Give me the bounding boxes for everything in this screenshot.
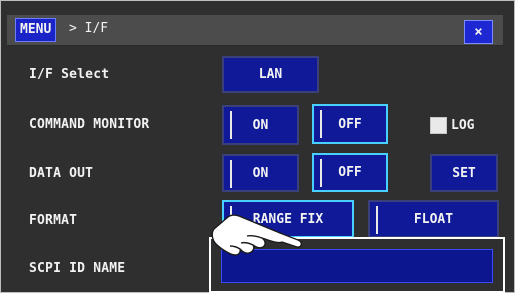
if-select-label: I/F Select <box>29 67 110 82</box>
menu-button[interactable]: MENU <box>15 18 57 42</box>
command-monitor-on-button[interactable]: ON <box>222 105 299 145</box>
command-monitor-label: COMMAND MONITOR <box>29 117 150 132</box>
format-label: FORMAT <box>29 213 78 228</box>
command-monitor-on-label: ON <box>252 117 269 133</box>
data-out-on-button[interactable]: ON <box>222 154 299 192</box>
format-float-label: FLOAT <box>413 211 454 227</box>
device-screen: MENU > I/F × I/F Select LAN COMMAND MONI… <box>0 0 515 293</box>
data-out-off-button[interactable]: OFF <box>312 153 388 192</box>
breadcrumb: > I/F <box>69 21 109 36</box>
data-out-off-label: OFF <box>338 165 362 180</box>
hand-pointer-icon <box>211 214 302 256</box>
scpi-id-name-label: SCPI ID NAME <box>29 261 126 276</box>
data-out-set-label: SET <box>452 165 476 181</box>
log-checkbox[interactable] <box>430 117 447 134</box>
close-button[interactable]: × <box>464 20 493 44</box>
data-out-set-button[interactable]: SET <box>430 154 498 192</box>
format-float-button[interactable]: FLOAT <box>368 200 499 238</box>
if-select-lan-label: LAN <box>258 67 283 82</box>
command-monitor-off-label: OFF <box>338 116 362 132</box>
data-out-label: DATA OUT <box>29 166 94 181</box>
log-label: LOG <box>451 118 475 133</box>
data-out-on-label: ON <box>252 165 269 181</box>
if-select-lan-button[interactable]: LAN <box>222 56 319 93</box>
command-monitor-off-button[interactable]: OFF <box>312 104 388 144</box>
title-bar: MENU > I/F × <box>7 15 503 46</box>
